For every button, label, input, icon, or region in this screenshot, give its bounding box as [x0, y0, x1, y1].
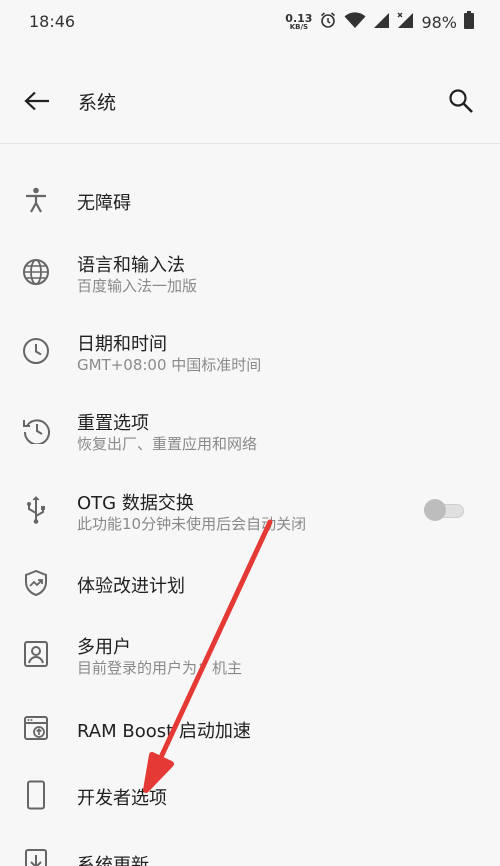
list-item-title: 体验改进计划	[77, 576, 185, 597]
list-item-title: 重置选项	[77, 413, 149, 434]
status-bar: 18:46 0.13 KB/S 98%	[0, 0, 500, 44]
globe-icon	[21, 257, 51, 287]
list-item-subtitle: 此功能10分钟未使用后会自动关闭	[77, 515, 307, 533]
list-item-title: RAM Boost 启动加速	[77, 721, 251, 742]
net-speed-unit: KB/S	[289, 23, 309, 31]
list-item-title: 多用户	[77, 637, 131, 658]
otg-toggle[interactable]	[424, 499, 466, 521]
ram-boost-icon	[21, 713, 51, 743]
list-item-otg[interactable]: OTG 数据交换 此功能10分钟未使用后会自动关闭	[0, 484, 500, 540]
usb-icon	[21, 495, 51, 525]
list-item-system-update[interactable]: 系统更新	[0, 842, 500, 866]
history-icon	[21, 415, 51, 445]
alarm-icon	[319, 11, 337, 33]
list-item-subtitle: 百度输入法一加版	[77, 277, 198, 295]
search-icon	[449, 89, 473, 113]
list-item-reset-options[interactable]: 重置选项 恢复出厂、重置应用和网络	[0, 404, 500, 460]
list-item-accessibility[interactable]: 无障碍	[0, 180, 500, 224]
search-button[interactable]	[442, 82, 480, 120]
list-item-subtitle: GMT+08:00 中国标准时间	[77, 356, 262, 374]
list-item-title: 日期和时间	[77, 334, 167, 355]
phone-icon	[21, 780, 51, 810]
battery-percent: 98%	[421, 12, 457, 32]
status-icons: 0.13 KB/S 98%	[285, 10, 474, 34]
signal-icon	[373, 12, 390, 33]
user-icon	[21, 639, 51, 669]
page-title: 系统	[78, 92, 117, 114]
toggle-thumb	[424, 499, 446, 521]
list-item-multi-user[interactable]: 多用户 目前登录的用户为：机主	[0, 628, 500, 684]
app-bar: 系统	[0, 60, 500, 144]
list-item-ram-boost[interactable]: RAM Boost 启动加速	[0, 708, 500, 752]
accessibility-icon	[21, 185, 51, 215]
list-item-title: OTG 数据交换	[77, 493, 194, 514]
shield-trend-icon	[21, 568, 51, 598]
battery-icon	[464, 11, 474, 33]
list-item-experience-program[interactable]: 体验改进计划	[0, 563, 500, 607]
wifi-icon	[344, 11, 366, 33]
clock-icon	[21, 336, 51, 366]
arrow-left-icon	[24, 91, 49, 111]
list-item-title: 开发者选项	[77, 788, 167, 809]
signal-x-icon	[397, 12, 414, 33]
list-item-subtitle: 恢复出厂、重置应用和网络	[77, 435, 258, 453]
net-speed: 0.13 KB/S	[285, 13, 312, 31]
status-time: 18:46	[29, 12, 76, 31]
list-item-title: 系统更新	[77, 855, 149, 866]
download-icon	[21, 847, 51, 866]
list-item-developer-options[interactable]: 开发者选项	[0, 775, 500, 819]
list-item-title: 语言和输入法	[77, 255, 185, 276]
back-button[interactable]	[18, 82, 56, 120]
list-item-subtitle: 目前登录的用户为：机主	[77, 659, 243, 677]
list-item-language-input[interactable]: 语言和输入法 百度输入法一加版	[0, 246, 500, 302]
list-item-date-time[interactable]: 日期和时间 GMT+08:00 中国标准时间	[0, 325, 500, 381]
list-item-title: 无障碍	[77, 193, 131, 214]
